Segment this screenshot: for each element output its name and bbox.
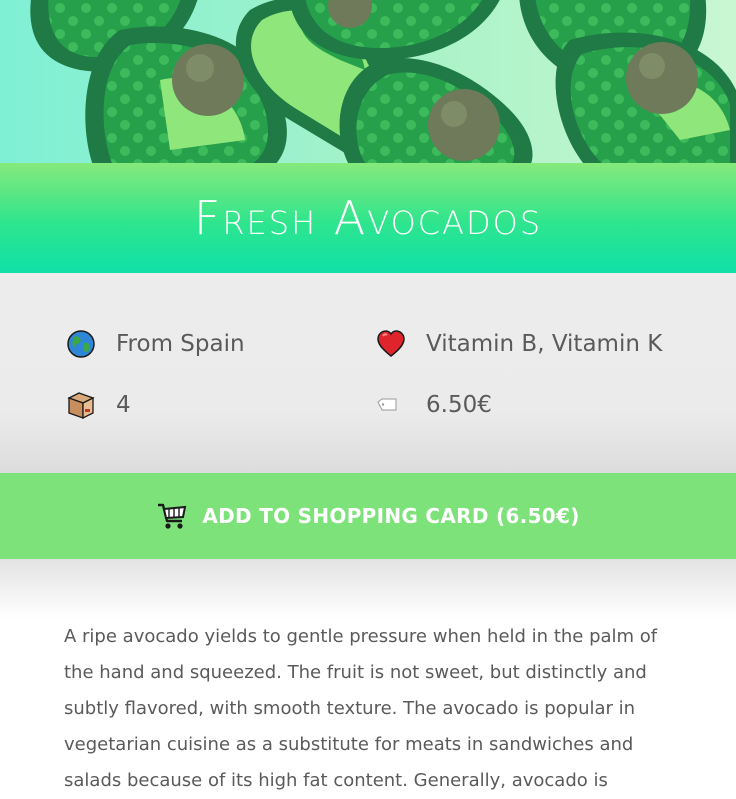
add-to-cart-button[interactable]: ADD TO SHOPPING CARD (6.50€): [0, 473, 736, 559]
origin-text: From Spain: [116, 331, 245, 357]
price-fact: 6.50€: [376, 390, 492, 420]
section-divider: [0, 559, 736, 619]
package-icon: [67, 392, 95, 420]
vitamins-fact: Vitamin B, Vitamin K: [376, 329, 662, 359]
quantity-fact: 4: [66, 390, 131, 420]
heart-icon: [377, 330, 405, 357]
product-description: A ripe avocado yields to gentle pressure…: [64, 626, 658, 791]
origin-fact: From Spain: [66, 329, 245, 359]
vitamins-text: Vitamin B, Vitamin K: [426, 331, 663, 357]
price-text: 6.50€: [426, 392, 492, 418]
quantity-text: 4: [116, 392, 131, 418]
add-to-cart-label: ADD TO SHOPPING CARD (6.50€): [202, 504, 580, 528]
shopping-cart-icon: [158, 503, 187, 529]
avocado-illustration: [30, 0, 736, 163]
price-tag-icon: [377, 398, 397, 411]
hero-image: [0, 0, 736, 163]
product-facts: From Spain Vitamin B, Vitamin K 4 6.50€: [0, 273, 736, 473]
title-banner: Fresh Avocados: [0, 163, 736, 273]
globe-icon: [67, 330, 95, 358]
product-title: Fresh Avocados: [193, 191, 543, 245]
